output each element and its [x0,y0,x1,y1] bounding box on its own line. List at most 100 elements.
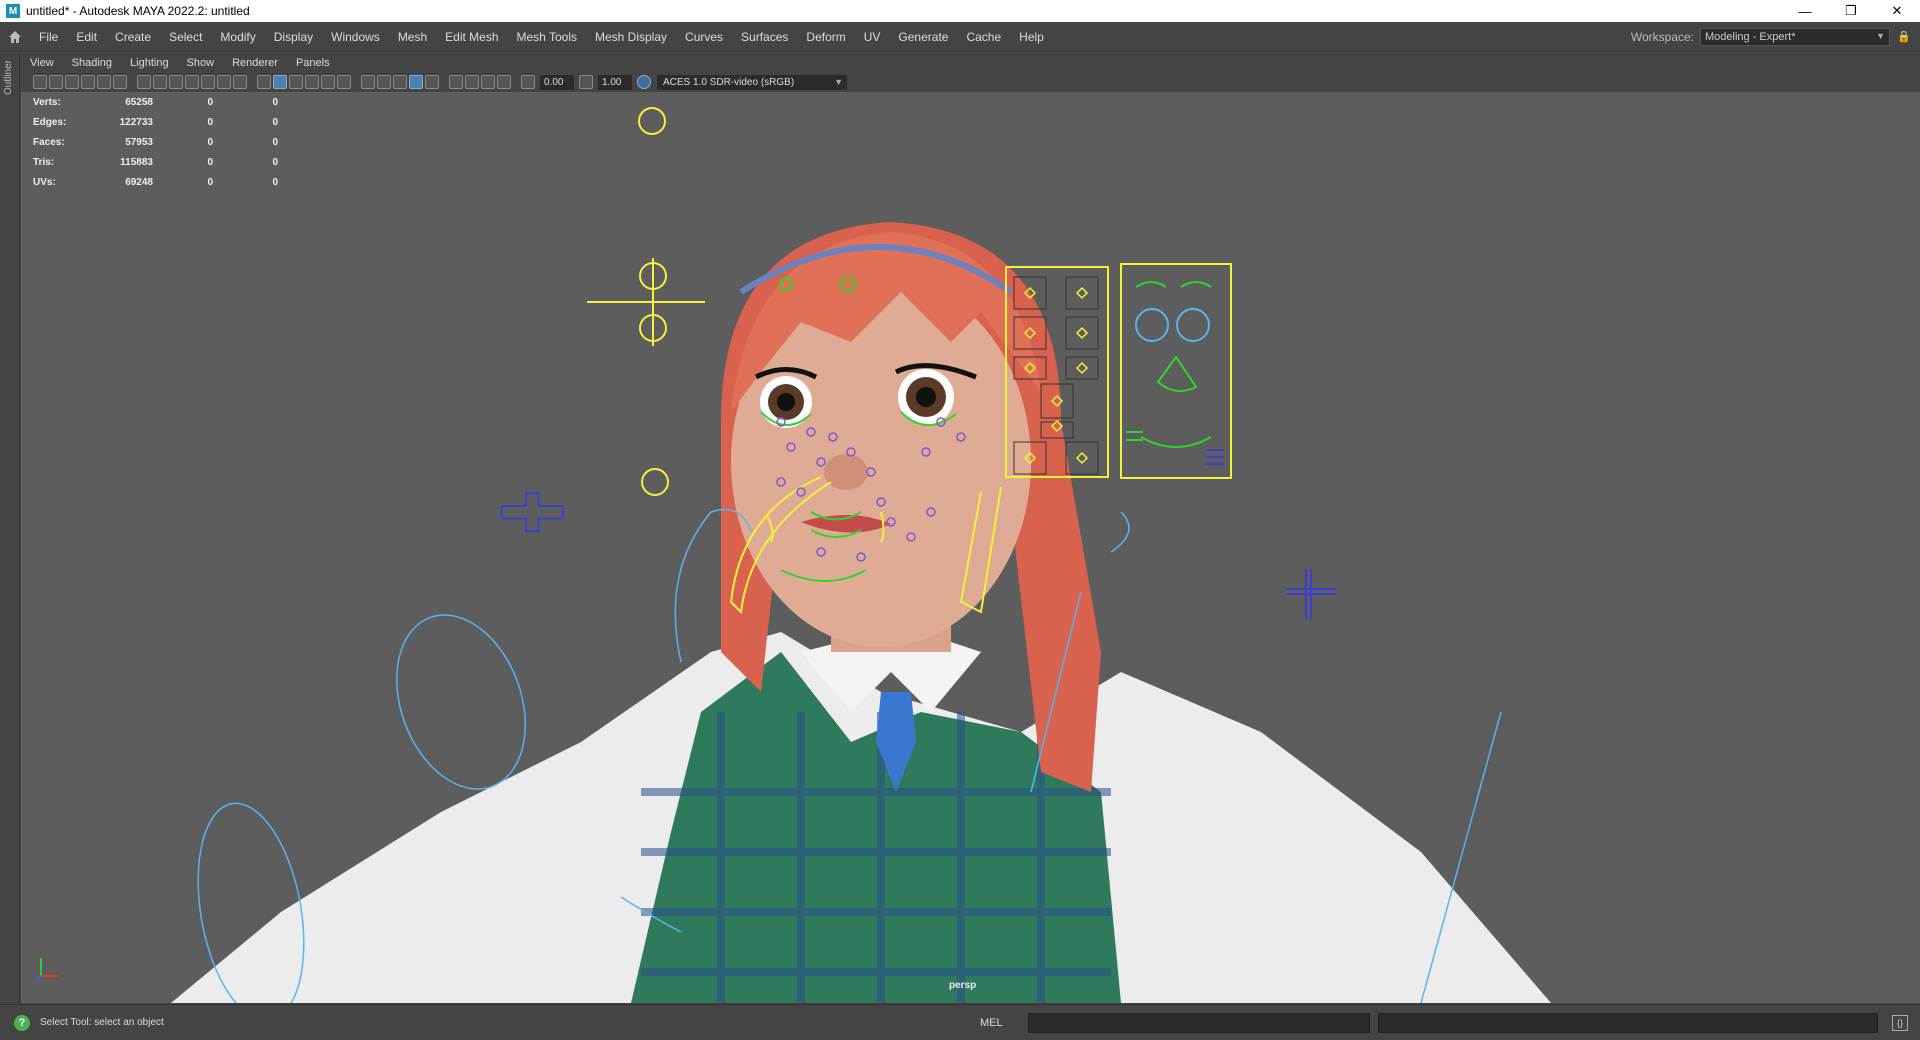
command-result-field [1378,1012,1878,1033]
camera-attributes-icon[interactable] [49,75,63,89]
panel-menu-lighting[interactable]: Lighting [121,57,178,69]
screen-space-ao-icon[interactable] [377,75,391,89]
menu-mesh-display[interactable]: Mesh Display [586,30,676,44]
status-message: Select Tool: select an object [40,1017,164,1028]
lights-icon[interactable] [337,75,351,89]
gamma-icon[interactable] [579,75,593,89]
lock-icon[interactable]: 🔒 [1896,29,1912,45]
window-title: untitled* - Autodesk MAYA 2022.2: untitl… [26,4,250,18]
menu-help[interactable]: Help [1010,30,1053,44]
hud-value: 0 [272,176,278,188]
menu-surfaces[interactable]: Surfaces [732,30,797,44]
depth-of-field-icon[interactable] [425,75,439,89]
window-controls: — ❐ ✕ [1782,0,1920,22]
select-camera-icon[interactable] [33,75,47,89]
safe-action-icon[interactable] [217,75,231,89]
motion-blur-icon[interactable] [393,75,407,89]
minimize-button[interactable]: — [1782,0,1828,22]
workspace-dropdown[interactable]: Modeling - Expert* ▼ [1700,27,1890,46]
gamma-field[interactable]: 1.00 [598,74,632,90]
field-chart-icon[interactable] [201,75,215,89]
panel-menu-bar: View Shading Lighting Show Renderer Pane… [21,53,1920,72]
menu-generate[interactable]: Generate [889,30,957,44]
restore-button[interactable]: ❐ [1828,0,1874,22]
menu-cache[interactable]: Cache [957,30,1010,44]
safe-title-icon[interactable] [233,75,247,89]
close-button[interactable]: ✕ [1874,0,1920,22]
checker-icon[interactable] [321,75,335,89]
isolate-select-icon[interactable] [449,75,463,89]
hud-value: 0 [207,156,213,168]
smooth-shade-icon[interactable] [273,75,287,89]
menu-edit[interactable]: Edit [67,30,106,44]
panel-menu-view[interactable]: View [21,57,63,69]
hud-row-uvs: UVs: 69248 0 0 [33,172,278,192]
menu-uv[interactable]: UV [855,30,890,44]
hud-label: Tris: [33,156,55,168]
head-top-control [638,107,666,135]
anti-aliasing-icon[interactable] [409,75,423,89]
right-arm-cross [1286,569,1336,619]
bookmark-icon[interactable] [65,75,79,89]
exposure-icon[interactable] [521,75,535,89]
image-plane-icon[interactable] [81,75,95,89]
left-pupil [777,393,795,411]
shadows-icon[interactable] [361,75,375,89]
menu-windows[interactable]: Windows [322,30,389,44]
right-pupil [916,387,936,407]
panel-toolbar: 0.00 1.00 ACES 1.0 SDR-video (sRGB) ▼ [21,72,1920,92]
help-icon[interactable]: ? [14,1014,30,1031]
wireframe-on-shaded-icon[interactable] [289,75,303,89]
menu-select[interactable]: Select [160,30,211,44]
exposure-field[interactable]: 0.00 [540,74,574,90]
gate-mask-icon[interactable] [185,75,199,89]
color-space-dropdown[interactable]: ACES 1.0 SDR-video (sRGB) ▼ [657,74,847,90]
outliner-tab[interactable]: Outliner [3,60,14,95]
jaw-control [641,468,669,496]
script-editor-icon[interactable]: {} [1892,1014,1908,1031]
workspace-selector: Workspace: Modeling - Expert* ▼ 🔒 [1630,27,1920,46]
2d-pan-zoom-icon[interactable] [97,75,111,89]
xray-joints-icon[interactable] [481,75,495,89]
grease-pencil-icon[interactable] [113,75,127,89]
hud-value: 69248 [125,176,153,188]
hud-value: 0 [207,96,213,108]
home-icon[interactable] [0,29,30,45]
color-management-icon[interactable] [637,75,651,89]
hud-row-faces: Faces: 57953 0 0 [33,132,278,152]
hud-value: 65258 [125,96,153,108]
workspace-label: Workspace: [1630,29,1694,44]
menu-deform[interactable]: Deform [797,30,854,44]
face-ui-eye-controls [1135,308,1210,342]
menu-mesh-tools[interactable]: Mesh Tools [508,30,586,44]
panel-menu-renderer[interactable]: Renderer [223,57,287,69]
panel-menu-shading[interactable]: Shading [63,57,121,69]
menu-display[interactable]: Display [265,30,322,44]
maya-window: M untitled* - Autodesk MAYA 2022.2: unti… [0,0,1920,1040]
mel-language-toggle[interactable]: MEL [980,1017,1028,1029]
character-nose [824,454,868,490]
panel-menu-panels[interactable]: Panels [287,57,339,69]
menu-create[interactable]: Create [106,30,160,44]
poly-count-hud: Verts: 65258 0 0 Edges: 122733 0 0 Faces… [33,92,278,192]
hud-label: Edges: [33,116,67,128]
grid-icon[interactable] [137,75,151,89]
film-gate-icon[interactable] [153,75,167,89]
textured-icon[interactable] [305,75,319,89]
xray-icon[interactable] [465,75,479,89]
wireframe-icon[interactable] [257,75,271,89]
perspective-viewport[interactable]: Verts: 65258 0 0 Edges: 122733 0 0 Faces… [21,92,1920,1003]
menu-edit-mesh[interactable]: Edit Mesh [436,30,507,44]
backface-culling-icon[interactable] [497,75,511,89]
left-tool-strip: Outliner [0,52,20,1004]
menu-mesh[interactable]: Mesh [389,30,436,44]
resolution-gate-icon[interactable] [169,75,183,89]
camera-name-label: persp [949,980,977,991]
menu-modify[interactable]: Modify [211,30,264,44]
panel-menu-show[interactable]: Show [178,57,224,69]
hud-label: Verts: [33,96,61,108]
face-ui-expression-shapes [1126,281,1212,448]
command-line-input[interactable] [1028,1012,1370,1033]
menu-file[interactable]: File [30,30,67,44]
menu-curves[interactable]: Curves [676,30,732,44]
